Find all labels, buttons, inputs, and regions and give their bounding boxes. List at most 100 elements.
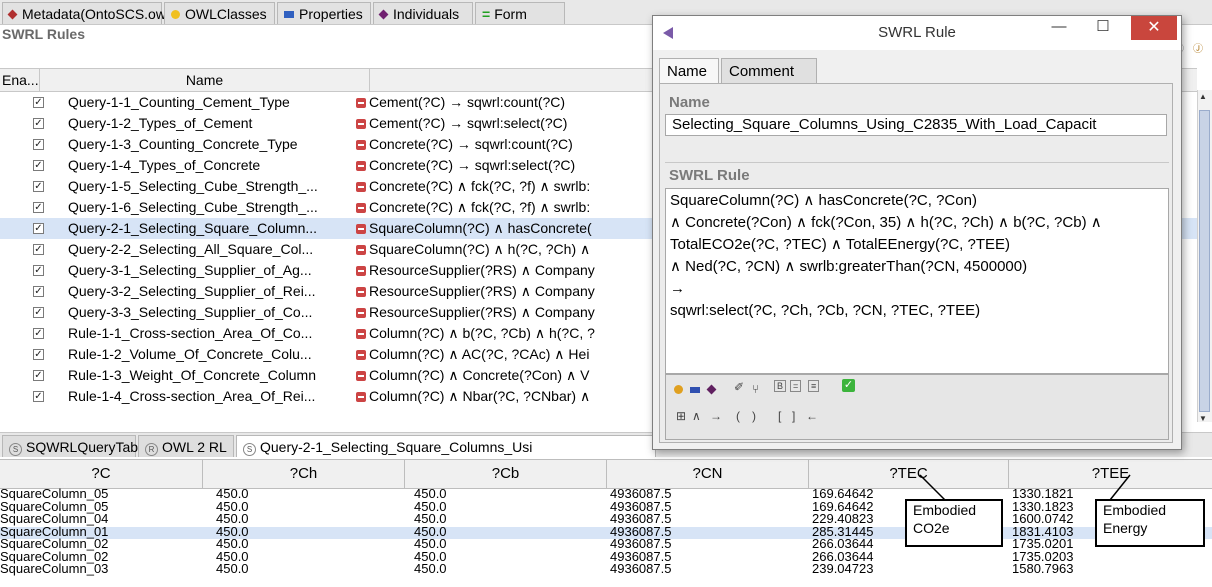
- rule-body: Concrete(?C) ∧ fck(?C, ?f) ∧ swrlb:: [356, 176, 654, 197]
- query-icon: S: [243, 443, 256, 456]
- tab-properties[interactable]: Properties: [277, 2, 371, 24]
- column-header[interactable]: ?CN: [607, 460, 809, 488]
- rule-arrow-icon: [356, 224, 366, 234]
- rules-scrollbar-thumb[interactable]: [1199, 110, 1210, 412]
- callout-energy-pointer: [1109, 474, 1131, 501]
- rule-arrow-icon: [356, 161, 366, 171]
- column-header[interactable]: ?Ch: [203, 460, 405, 488]
- palette-symbol[interactable]: ): [752, 409, 756, 423]
- rule-name: Rule-1-3_Weight_Of_Concrete_Column: [68, 367, 316, 383]
- rule-arrow-icon: [356, 392, 366, 402]
- embodied-energy-callout: Embodied Energy: [1095, 499, 1205, 547]
- rule-arrow-icon: [356, 245, 366, 255]
- rl-icon: R: [145, 443, 158, 456]
- tab-individuals[interactable]: Individuals: [373, 2, 473, 24]
- tab-metadata[interactable]: Metadata(OntoSCS.owl): [2, 2, 174, 24]
- rule-enabled-checkbox[interactable]: ✓: [33, 265, 44, 276]
- ok-check-icon[interactable]: ✓: [842, 379, 855, 392]
- j-badge-icon[interactable]: Ⓙ: [1193, 40, 1203, 55]
- column-header[interactable]: ?C: [0, 460, 203, 488]
- rule-body-text: SquareColumn(?C) ∧ h(?C, ?Ch) ∧: [369, 241, 591, 257]
- scroll-up-arrow-icon[interactable]: ▲: [1199, 92, 1207, 101]
- rule-enabled-checkbox[interactable]: ✓: [33, 286, 44, 297]
- rule-enabled-checkbox[interactable]: ✓: [33, 370, 44, 381]
- individual-diamond-icon: [378, 9, 389, 20]
- individual-diamond-icon[interactable]: [706, 384, 717, 395]
- form-icon: =: [482, 6, 491, 22]
- close-icon[interactable]: ✕: [1131, 16, 1177, 40]
- rule-enabled-checkbox[interactable]: ✓: [33, 307, 44, 318]
- palette-symbol[interactable]: ∧: [692, 409, 701, 423]
- tab-owl2-rl[interactable]: R OWL 2 RL: [138, 435, 234, 457]
- palette-symbol[interactable]: [: [778, 409, 781, 423]
- rule-body: Concrete(?C) → sqwrl:select(?C): [356, 155, 654, 176]
- palette-symbol[interactable]: ⊞: [676, 409, 686, 423]
- rule-arrow-icon: [356, 308, 366, 318]
- palette-symbol[interactable]: ←: [806, 409, 818, 423]
- rule-enabled-checkbox[interactable]: ✓: [33, 391, 44, 402]
- rule-icon[interactable]: ⑂: [752, 382, 759, 396]
- rule-body-text: Concrete(?C) → sqwrl:count(?C): [369, 136, 573, 152]
- rule-enabled-checkbox[interactable]: ✓: [33, 202, 44, 213]
- scroll-down-arrow-icon[interactable]: ▼: [1199, 414, 1207, 423]
- callout-line: Energy: [1103, 520, 1148, 536]
- rule-name: Query-1-4_Types_of_Concrete: [68, 157, 261, 173]
- result-cell: SquareColumn_03: [0, 561, 109, 576]
- swrl-rule-dialog: SWRL Rule — ☐ ✕ Name Comment Name Select…: [652, 15, 1182, 450]
- palette-symbol[interactable]: ]: [792, 409, 795, 423]
- column-header[interactable]: ?Cb: [405, 460, 607, 488]
- result-row[interactable]: SquareColumn_03 450.0 450.0 4936087.5 239.04…: [0, 561, 1212, 576]
- rule-body-text: ResourceSupplier(?RS) ∧ Company: [369, 304, 595, 320]
- tab-label: OWLClasses: [185, 6, 267, 22]
- rule-arrow-icon: [356, 98, 366, 108]
- rule-body-text: Concrete(?C) → sqwrl:select(?C): [369, 157, 576, 173]
- result-cell: 1580.7963: [1012, 561, 1074, 576]
- rule-enabled-checkbox[interactable]: ✓: [33, 139, 44, 150]
- tab-query-result[interactable]: S Query-2-1_Selecting_Square_Columns_Usi: [236, 435, 656, 457]
- column-name-header[interactable]: Name: [40, 69, 370, 91]
- class-dot-icon[interactable]: [674, 385, 683, 394]
- tab-owl-classes[interactable]: OWLClasses: [164, 2, 275, 24]
- builtin-icon[interactable]: ✐: [734, 380, 744, 394]
- rule-body-text: Concrete(?C) ∧ fck(?C, ?f) ∧ swrlb:: [369, 199, 591, 215]
- rule-name: Rule-1-2_Volume_Of_Concrete_Colu...: [68, 346, 312, 362]
- not-equals-icon[interactable]: ≡: [808, 380, 820, 392]
- palette-symbol[interactable]: →: [710, 409, 722, 423]
- rule-enabled-checkbox[interactable]: ✓: [33, 223, 44, 234]
- rule-enabled-checkbox[interactable]: ✓: [33, 118, 44, 129]
- rule-name: Query-1-5_Selecting_Cube_Strength_...: [68, 178, 318, 194]
- tab-comment[interactable]: Comment: [721, 58, 817, 83]
- rule-body-text: Column(?C) ∧ Nbar(?C, ?CNbar) ∧: [369, 388, 591, 404]
- b-icon[interactable]: B: [774, 380, 787, 392]
- rule-enabled-checkbox[interactable]: ✓: [33, 181, 44, 192]
- tab-sqwrl-query[interactable]: S SQWRLQueryTab: [2, 435, 138, 457]
- equals-icon[interactable]: =: [790, 380, 802, 392]
- embodied-co2-callout: Embodied CO2e: [905, 499, 1003, 547]
- rule-arrow-icon: [356, 329, 366, 339]
- rule-name: Query-1-3_Counting_Concrete_Type: [68, 136, 298, 152]
- rule-enabled-checkbox[interactable]: ✓: [33, 328, 44, 339]
- rule-enabled-checkbox[interactable]: ✓: [33, 160, 44, 171]
- name-label: Name: [669, 94, 710, 111]
- rule-enabled-checkbox[interactable]: ✓: [33, 349, 44, 360]
- column-enabled-header[interactable]: Ena...: [0, 69, 40, 91]
- rule-body: Concrete(?C) ∧ fck(?C, ?f) ∧ swrlb:: [356, 197, 654, 218]
- tab-label: Properties: [299, 6, 363, 22]
- rule-editor[interactable]: SquareColumn(?C) ∧ hasConcrete(?C, ?Con)…: [665, 188, 1169, 374]
- rule-body-text: ResourceSupplier(?RS) ∧ Company: [369, 283, 595, 299]
- result-cell: 4936087.5: [610, 561, 672, 576]
- rule-name: Rule-1-1_Cross-section_Area_Of_Co...: [68, 325, 313, 341]
- minimize-icon[interactable]: —: [1039, 16, 1079, 40]
- maximize-icon[interactable]: ☐: [1083, 16, 1123, 40]
- rule-body: Cement(?C) → sqwrl:count(?C): [356, 92, 654, 113]
- rule-body: Column(?C) ∧ AC(?C, ?CAc) ∧ Hei: [356, 344, 654, 365]
- rule-name: Query-1-6_Selecting_Cube_Strength_...: [68, 199, 318, 215]
- property-bar-icon[interactable]: [690, 387, 700, 393]
- rule-enabled-checkbox[interactable]: ✓: [33, 97, 44, 108]
- rule-body: SquareColumn(?C) ∧ hasConcrete(: [356, 218, 654, 239]
- rule-enabled-checkbox[interactable]: ✓: [33, 244, 44, 255]
- palette-symbol[interactable]: (: [736, 409, 740, 423]
- tab-name[interactable]: Name: [659, 58, 719, 83]
- rule-name-field[interactable]: Selecting_Square_Columns_Using_C2835_Wit…: [665, 114, 1167, 136]
- tab-forms[interactable]: = Form: [475, 2, 565, 24]
